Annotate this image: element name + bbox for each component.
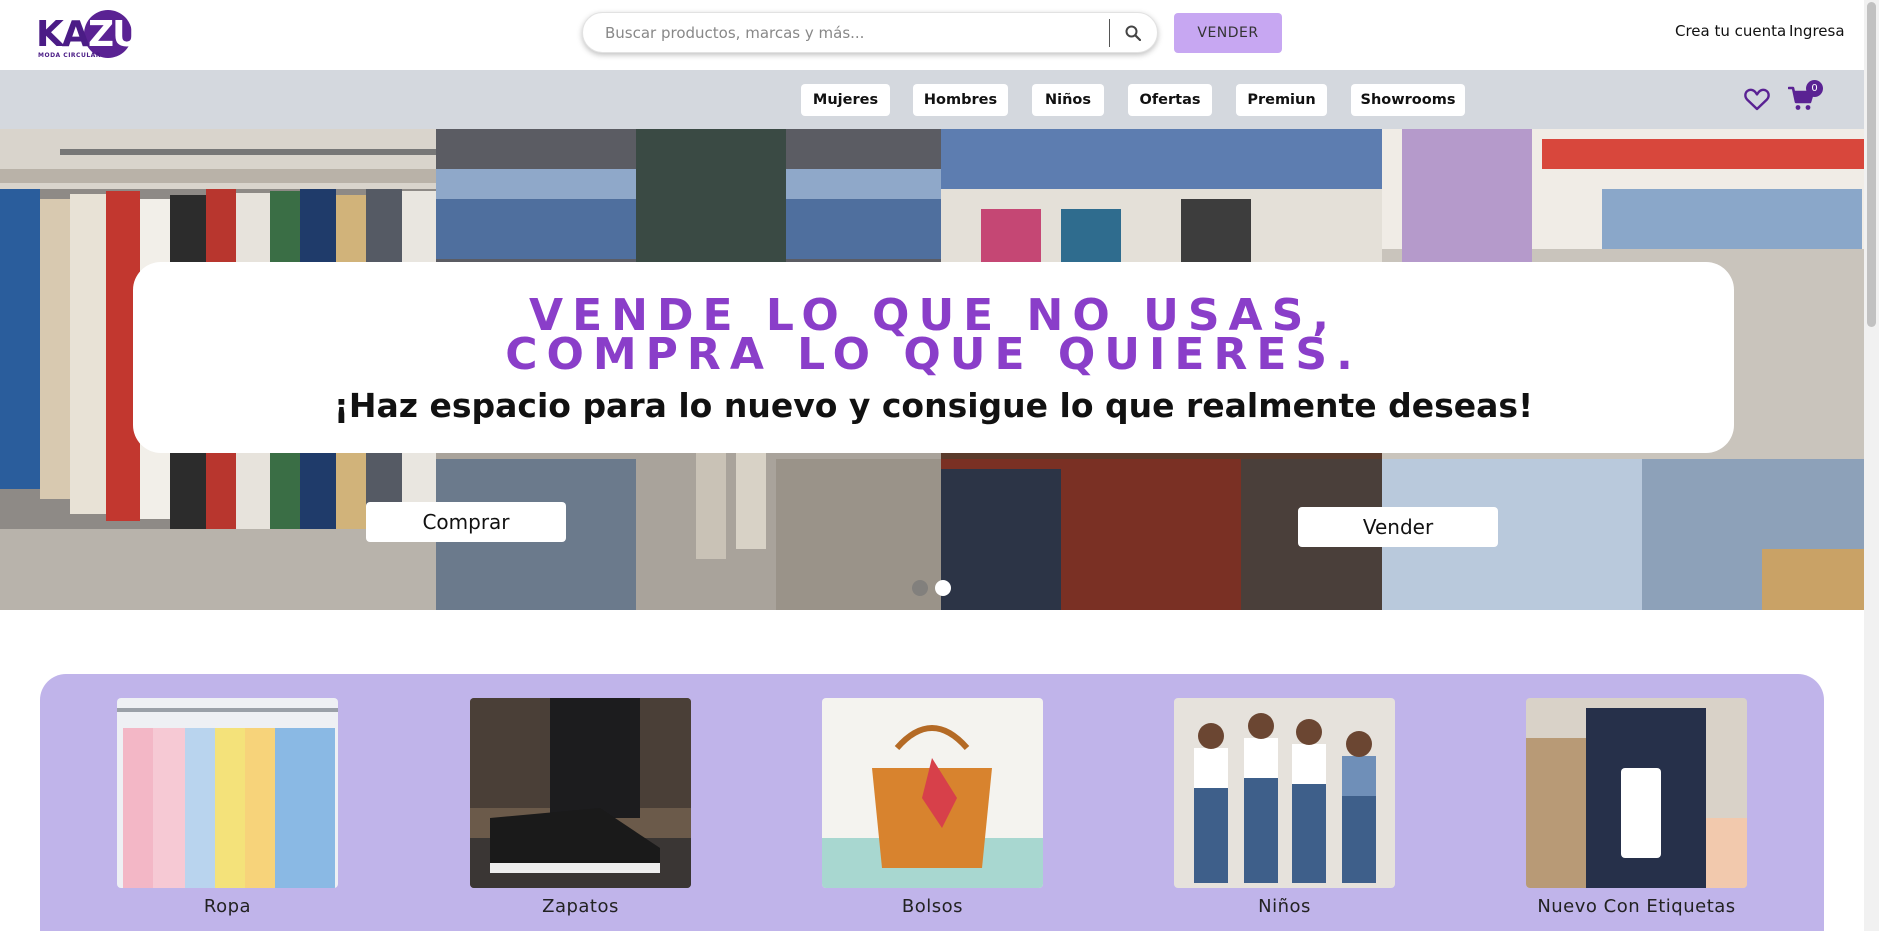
search-bar <box>582 12 1158 53</box>
page-scrollbar[interactable] <box>1864 0 1879 931</box>
vender-button[interactable]: VENDER <box>1174 13 1282 53</box>
category-label-zapatos[interactable]: Zapatos <box>470 896 691 917</box>
scrollbar-thumb[interactable] <box>1867 2 1876 327</box>
search-input[interactable] <box>605 13 1085 52</box>
nav-item-hombres[interactable]: Hombres <box>913 84 1008 116</box>
hero-carousel[interactable]: VENDE LO QUE NO USAS, COMPRA LO QUE QUIE… <box>0 129 1864 610</box>
search-button[interactable] <box>1117 17 1149 49</box>
hero-subheadline: ¡Haz espacio para lo nuevo y consigue lo… <box>333 386 1534 425</box>
category-label-ropa[interactable]: Ropa <box>117 896 338 917</box>
category-card-zapatos[interactable]: Zapatos <box>470 698 691 917</box>
hero-banner: VENDE LO QUE NO USAS, COMPRA LO QUE QUIE… <box>133 262 1734 453</box>
vender-hero-button[interactable]: Vender <box>1298 507 1498 547</box>
search-divider <box>1109 19 1110 47</box>
login-link[interactable]: Ingresa <box>1789 22 1845 40</box>
cart-count-badge: 0 <box>1806 80 1823 97</box>
category-image-ninos[interactable] <box>1174 698 1395 888</box>
kazu-logo[interactable]: KA ZU MODA CIRCULAR <box>36 10 141 60</box>
logo-subtitle: MODA CIRCULAR <box>38 52 101 59</box>
category-image-bolsos[interactable] <box>822 698 1043 888</box>
categories-section: Ropa Zapatos Bolsos Niños Nuevo Con Etiq… <box>40 674 1824 931</box>
category-card-ropa[interactable]: Ropa <box>117 698 338 917</box>
heart-icon[interactable] <box>1744 88 1770 116</box>
nav-item-premiun[interactable]: Premiun <box>1236 84 1327 116</box>
logo-zu: ZU <box>88 14 141 55</box>
category-image-zapatos[interactable] <box>470 698 691 888</box>
category-image-nuevo-con-etiquetas[interactable] <box>1526 698 1747 888</box>
category-label-nuevo-con-etiquetas[interactable]: Nuevo Con Etiquetas <box>1526 896 1747 917</box>
nav-item-ofertas[interactable]: Ofertas <box>1128 84 1212 116</box>
category-card-ninos[interactable]: Niños <box>1174 698 1395 917</box>
category-image-ropa[interactable] <box>117 698 338 888</box>
carousel-dot-1[interactable] <box>912 580 928 596</box>
category-label-ninos[interactable]: Niños <box>1174 896 1395 917</box>
nav-item-showrooms[interactable]: Showrooms <box>1351 84 1465 116</box>
category-nav: Mujeres Hombres Niños Ofertas Premiun Sh… <box>0 70 1864 129</box>
category-card-nuevo-con-etiquetas[interactable]: Nuevo Con Etiquetas <box>1526 698 1747 917</box>
search-icon <box>1125 25 1141 41</box>
comprar-button[interactable]: Comprar <box>366 502 566 542</box>
top-header: KA ZU MODA CIRCULAR VENDER Crea tu cuent… <box>0 0 1864 70</box>
hero-headline-2: COMPRA LO QUE QUIERES. <box>505 329 1362 380</box>
category-card-bolsos[interactable]: Bolsos <box>822 698 1043 917</box>
logo-ka: KA <box>36 14 90 55</box>
carousel-dot-2[interactable] <box>935 580 951 596</box>
nav-item-mujeres[interactable]: Mujeres <box>801 84 890 116</box>
category-label-bolsos[interactable]: Bolsos <box>822 896 1043 917</box>
create-account-link[interactable]: Crea tu cuenta <box>1675 22 1786 40</box>
nav-item-ninos[interactable]: Niños <box>1032 84 1104 116</box>
